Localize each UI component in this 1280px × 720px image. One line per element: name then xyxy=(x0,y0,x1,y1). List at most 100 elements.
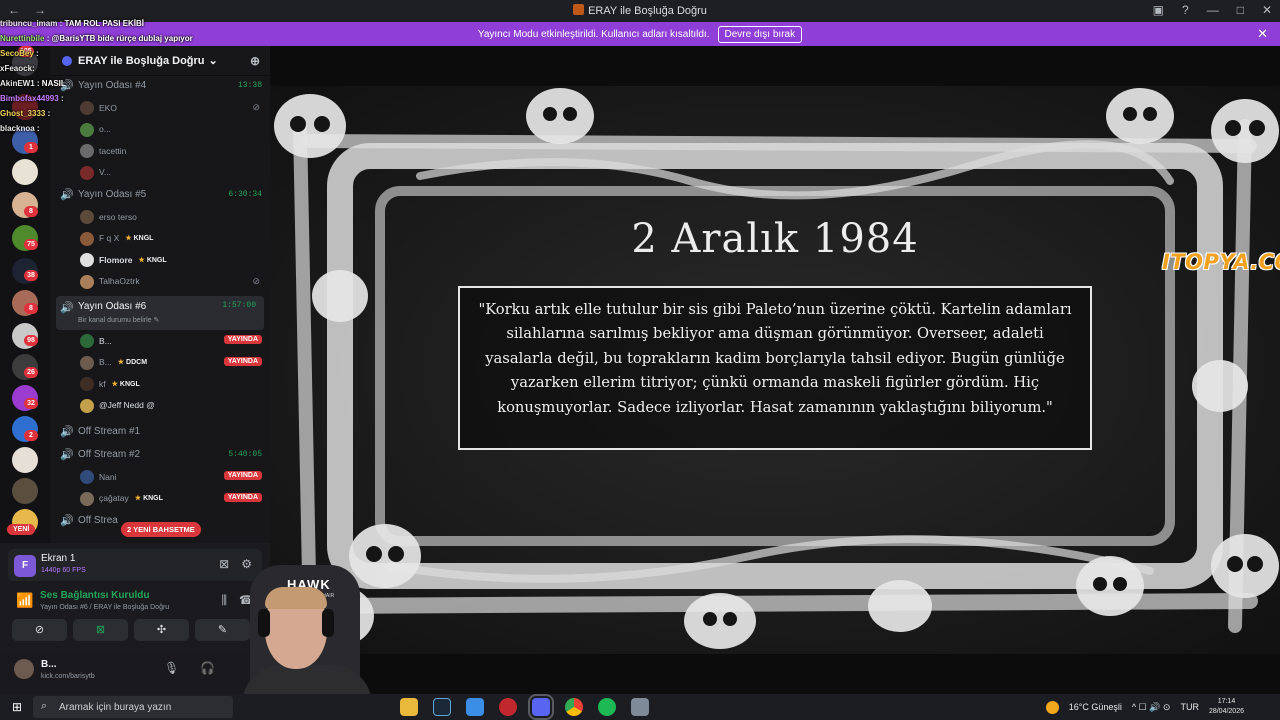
notice-text: Yayıncı Modu etkinleştirildi. Kullanıcı … xyxy=(477,28,710,40)
voice-channel-off-1[interactable]: 🔊 Off Stream #1 xyxy=(50,420,270,443)
chat-message: blacknoa : xyxy=(0,121,210,136)
input-language[interactable]: TUR xyxy=(1180,702,1199,712)
app-icon[interactable] xyxy=(631,698,649,716)
microphone-icon[interactable]: 🎙 xyxy=(164,661,179,675)
unread-badge: 38 xyxy=(24,270,38,281)
app-icon[interactable] xyxy=(499,698,517,716)
chat-user: AkinEW1 xyxy=(0,79,35,88)
diary-quote: "Korku artık elle tutulur bir sis gibi P… xyxy=(458,286,1092,450)
voice-member[interactable]: kf KNGL xyxy=(50,373,270,395)
disable-streamer-mode-button[interactable]: Devre dışı bırak xyxy=(717,25,803,43)
live-badge: YAYINDA xyxy=(223,492,262,502)
chat-user: tribuncu_imam xyxy=(0,19,58,28)
chat-user: blacknoa xyxy=(0,124,35,133)
channel-name: Off Stream #1 xyxy=(78,426,141,437)
channel-status[interactable]: Bir kanal durumu belirle ✎ xyxy=(78,316,159,324)
channel-name: Off Strea xyxy=(78,515,118,526)
voice-member[interactable]: Flomore KNGL xyxy=(50,249,270,271)
avatar xyxy=(80,144,94,158)
voice-member[interactable]: TalhaOztrk ⊘ xyxy=(50,271,270,293)
channel-name: Off Stream #2 xyxy=(78,449,141,460)
stream-view: 2 Aralık 1984 "Korku artık elle tutulur … xyxy=(270,46,1280,694)
avatar xyxy=(80,231,94,246)
unread-badge: 2 xyxy=(24,430,38,441)
chat-text: : xyxy=(36,124,40,133)
close-window-button[interactable]: ✕ xyxy=(1262,3,1272,17)
chrome-icon[interactable] xyxy=(565,698,583,716)
activities-button[interactable]: ✣ xyxy=(134,619,189,641)
voice-member[interactable]: @Jeff Nedd @ xyxy=(50,395,270,417)
chat-text: : xyxy=(47,109,51,118)
streamer-hair xyxy=(265,587,327,609)
help-icon[interactable]: ? xyxy=(1182,3,1189,17)
voice-channel-off-2[interactable]: 🔊 Off Stream #2 5:40:05 xyxy=(50,443,270,466)
speaker-icon: 🔊 xyxy=(60,449,74,461)
screen-title: Ekran 1 xyxy=(41,553,76,564)
voice-member[interactable]: erso terso xyxy=(50,206,270,228)
member-tag: KNGL xyxy=(125,234,154,242)
screen-share-button[interactable]: ⊠ xyxy=(73,619,128,641)
mic-muted-icon: ⊘ xyxy=(252,102,260,112)
chat-user: Ghost_3333 xyxy=(0,109,46,118)
avatar xyxy=(80,165,94,180)
steam-icon[interactable] xyxy=(433,698,451,716)
new-unreads-pill[interactable]: YENİ xyxy=(7,524,36,535)
user-name: B... xyxy=(41,659,57,670)
chat-text: : TAM ROL PASI EKİBİ xyxy=(59,19,145,28)
unread-badge: 32 xyxy=(24,398,38,409)
camera-off-button[interactable]: ⊘ xyxy=(12,619,67,641)
chat-message: xFeaock: xyxy=(0,61,210,76)
close-notice-icon[interactable]: ✕ xyxy=(1257,26,1268,42)
stream-chat-overlay: tribuncu_imam : TAM ROL PASI EKİBİ Nuret… xyxy=(0,16,210,136)
taskbar-search[interactable]: ⌕ Aramak için buraya yazın xyxy=(33,696,233,718)
server-icon[interactable] xyxy=(12,159,38,185)
spotify-icon[interactable] xyxy=(598,698,616,716)
member-name: Flomore xyxy=(99,254,133,265)
weather-text[interactable]: 16°C Güneşli xyxy=(1069,702,1122,712)
live-badge: YAYINDA xyxy=(223,356,262,366)
inbox-icon[interactable]: ▣ xyxy=(1153,3,1164,17)
member-tag: KNGL xyxy=(112,380,140,388)
maximize-button[interactable]: □ xyxy=(1237,3,1244,17)
member-name: B... xyxy=(99,357,112,368)
discord-icon[interactable] xyxy=(528,694,554,720)
voice-member[interactable]: V... xyxy=(50,162,270,184)
voice-channel-yayin-5[interactable]: 🔊 Yayın Odası #5 6:30:34 xyxy=(50,183,270,206)
unread-badge: 26 xyxy=(24,367,38,378)
file-explorer-icon[interactable] xyxy=(400,698,418,716)
voice-status-text[interactable]: Ses Bağlantısı Kuruldu xyxy=(40,590,149,601)
channel-timer: 5:40:05 xyxy=(228,450,262,459)
tray-icons[interactable]: ^ ☐ 🔊 ⊙ xyxy=(1132,702,1171,713)
voice-member[interactable]: B... DDCM YAYINDA xyxy=(50,352,270,374)
unread-badge: 75 xyxy=(24,239,38,250)
member-name: V... xyxy=(99,167,111,178)
chat-message: Nurettinbile : @BarisYTB bide rürçe dubl… xyxy=(0,31,210,46)
new-mentions-pill[interactable]: 2 YENİ BAHSETME xyxy=(121,522,201,537)
voice-member[interactable]: tacettin xyxy=(50,140,270,162)
app-icon[interactable] xyxy=(466,698,484,716)
member-tag: KNGL xyxy=(135,494,163,502)
member-name: B... xyxy=(99,335,112,346)
start-button[interactable]: ⊞ xyxy=(12,700,22,714)
voice-member[interactable]: Nani YAYINDA xyxy=(50,466,270,488)
headset-icon xyxy=(322,609,334,637)
system-tray: 16°C Güneşli ^ ☐ 🔊 ⊙ TUR 17:14 28/04/202… xyxy=(1045,694,1244,720)
voice-member[interactable]: çağatay KNGL YAYINDA xyxy=(50,488,270,510)
chat-text: : xyxy=(36,49,39,58)
sponsor-watermark: ITOPYA.COM xyxy=(1162,250,1280,274)
voice-channel-yayin-6[interactable]: 🔊 Yayın Odası #6 1:57:00 Bir kanal durum… xyxy=(56,296,264,330)
minimize-button[interactable]: — xyxy=(1207,3,1219,17)
avatar[interactable] xyxy=(14,659,34,679)
clock[interactable]: 17:14 28/04/2026 xyxy=(1209,697,1244,717)
diary-scene: 2 Aralık 1984 "Korku artık elle tutulur … xyxy=(270,86,1280,654)
server-icon[interactable] xyxy=(12,447,38,473)
headset-icon xyxy=(258,609,270,637)
voice-member[interactable]: B... YAYINDA xyxy=(50,330,270,352)
member-name: F q X xyxy=(99,233,120,244)
voice-member[interactable]: F q X KNGL xyxy=(50,228,270,250)
search-icon: ⌕ xyxy=(41,700,48,712)
channel-timer: 1:57:00 xyxy=(222,301,256,310)
speaker-icon: 🔊 xyxy=(60,515,74,527)
invite-people-icon[interactable]: ⊕ xyxy=(250,54,260,68)
server-icon[interactable] xyxy=(12,478,38,504)
